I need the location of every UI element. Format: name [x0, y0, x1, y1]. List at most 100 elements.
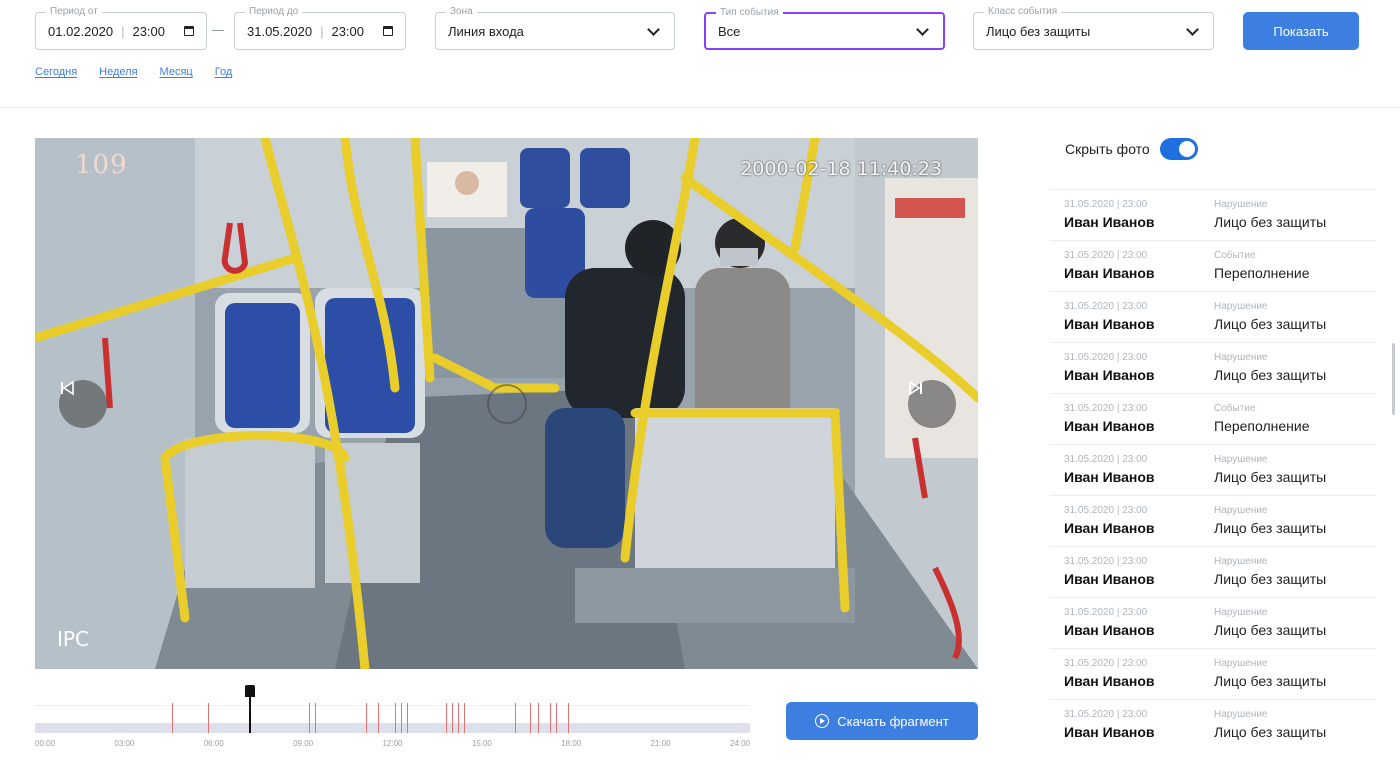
- event-row[interactable]: 31.05.2020 | 23:00 Иван Иванов Нарушение Ли…: [1050, 292, 1376, 343]
- timeline-event-marker[interactable]: [464, 703, 465, 733]
- timeline-event-marker[interactable]: [452, 703, 454, 733]
- timeline-tick-label: 21:00: [650, 739, 671, 748]
- timeline-event-marker[interactable]: [377, 703, 379, 733]
- show-button[interactable]: Показать: [1243, 12, 1359, 50]
- chevron-down-icon: [647, 22, 660, 36]
- timeline-cursor-handle[interactable]: [244, 685, 255, 733]
- event-class: Лицо без защиты: [1214, 673, 1327, 689]
- camera-timestamp-overlay: 2000-02-18 11:40:23: [740, 158, 942, 180]
- event-class: Лицо без защиты: [1214, 367, 1327, 383]
- timeline-track[interactable]: [35, 723, 750, 733]
- timeline[interactable]: 00:00 03:00 06:00 09:00 12:00 15:00 18:00 21:00…: [35, 685, 750, 755]
- event-row[interactable]: 31.05.2020 | 23:00 Иван Иванов Нарушение Ли…: [1050, 700, 1376, 750]
- video-player[interactable]: 109 2000-02-18 11:40:23 IPC: [35, 138, 978, 669]
- zone-value: Линия входа: [448, 23, 524, 39]
- timeline-tick-label: 09:00: [293, 739, 314, 748]
- timeline-tick-label: 03:00: [114, 739, 135, 748]
- timeline-event-marker[interactable]: [395, 703, 397, 733]
- event-timestamp: 31.05.2020 | 23:00: [1064, 505, 1148, 516]
- event-row[interactable]: 31.05.2020 | 23:00 Иван Иванов Нарушение Ли…: [1050, 598, 1376, 649]
- timeline-tick-label: 06:00: [203, 739, 224, 748]
- event-row[interactable]: 31.05.2020 | 23:00 Иван Иванов Нарушение Ли…: [1050, 547, 1376, 598]
- timeline-event-marker[interactable]: [514, 703, 516, 733]
- event-person-name: Иван Иванов: [1064, 214, 1155, 230]
- event-person-name: Иван Иванов: [1064, 316, 1155, 332]
- timeline-event-marker[interactable]: [407, 703, 409, 733]
- event-type: Нарушение: [1214, 454, 1268, 465]
- event-row[interactable]: 31.05.2020 | 23:00 Иван Иванов Событие Пере…: [1050, 241, 1376, 292]
- hide-photo-toggle[interactable]: [1159, 138, 1198, 160]
- timeline-event-marker[interactable]: [401, 703, 403, 733]
- camera-number-overlay: 109: [75, 150, 128, 180]
- event-row[interactable]: 31.05.2020 | 23:00 Иван Иванов Событие Пере…: [1050, 394, 1376, 445]
- event-timestamp: 31.05.2020 | 23:00: [1064, 607, 1148, 618]
- skip-back-icon: [61, 380, 74, 396]
- camera-brand-overlay: IPC: [57, 627, 89, 651]
- timeline-event-marker[interactable]: [568, 703, 570, 733]
- timeline-event-marker[interactable]: [207, 703, 209, 733]
- event-list-scrollbar[interactable]: [1392, 343, 1395, 415]
- event-type: Нарушение: [1214, 301, 1268, 312]
- quick-range-year[interactable]: Год: [215, 66, 233, 78]
- timeline-event-marker[interactable]: [365, 703, 367, 733]
- timeline-event-marker[interactable]: [315, 703, 317, 733]
- event-type-select[interactable]: Тип события Все: [704, 7, 945, 50]
- period-dash: [212, 30, 224, 31]
- zone-select[interactable]: Зона Линия входа: [435, 6, 675, 50]
- event-type: Нарушение: [1214, 199, 1268, 210]
- event-timestamp: 31.05.2020 | 23:00: [1064, 403, 1148, 414]
- timeline-event-marker[interactable]: [309, 703, 311, 733]
- timeline-event-marker[interactable]: [550, 703, 552, 733]
- event-row[interactable]: 31.05.2020 | 23:00 Иван Иванов Нарушение Ли…: [1050, 649, 1376, 700]
- event-row[interactable]: 31.05.2020 | 23:00 Иван Иванов Нарушение Ли…: [1050, 190, 1376, 241]
- event-timestamp: 31.05.2020 | 23:00: [1064, 250, 1148, 261]
- event-row[interactable]: 31.05.2020 | 23:00 Иван Иванов Нарушение Ли…: [1050, 343, 1376, 394]
- zone-label: Зона: [446, 6, 477, 18]
- timeline-event-marker[interactable]: [172, 703, 174, 733]
- event-row[interactable]: 31.05.2020 | 23:00 Иван Иванов Нарушение Ли…: [1050, 496, 1376, 547]
- event-timestamp: 31.05.2020 | 23:00: [1064, 352, 1148, 363]
- period-to-label: Период до: [245, 6, 303, 18]
- quick-range-today[interactable]: Сегодня: [35, 66, 77, 78]
- calendar-icon[interactable]: [184, 26, 194, 36]
- event-class: Лицо без защиты: [1214, 622, 1327, 638]
- timeline-event-marker[interactable]: [458, 703, 460, 733]
- event-person-name: Иван Иванов: [1064, 265, 1155, 281]
- event-person-name: Иван Иванов: [1064, 520, 1155, 536]
- play-circle-icon: [815, 714, 830, 728]
- event-person-name: Иван Иванов: [1064, 673, 1155, 689]
- timeline-tick-label: 00:00: [35, 739, 56, 748]
- event-timestamp: 31.05.2020 | 23:00: [1064, 658, 1148, 669]
- separator: |: [121, 23, 125, 39]
- period-to-field[interactable]: Период до 31.05.2020 | 23:00: [234, 6, 406, 50]
- quick-range-month[interactable]: Месяц: [160, 66, 193, 78]
- download-fragment-label: Скачать фрагмент: [837, 713, 949, 729]
- calendar-icon[interactable]: [383, 26, 393, 36]
- event-timestamp: 31.05.2020 | 23:00: [1064, 199, 1148, 210]
- event-list[interactable]: 31.05.2020 | 23:00 Иван Иванов Нарушение Ли…: [1050, 189, 1376, 750]
- previous-frame-button[interactable]: [59, 380, 107, 428]
- period-from-field[interactable]: Период от 01.02.2020 | 23:00: [35, 6, 207, 50]
- timeline-event-marker[interactable]: [538, 703, 540, 733]
- event-timestamp: 31.05.2020 | 23:00: [1064, 301, 1148, 312]
- quick-range-week[interactable]: Неделя: [99, 66, 137, 78]
- event-type: Нарушение: [1214, 709, 1268, 720]
- timeline-event-marker[interactable]: [446, 703, 448, 733]
- event-class-select[interactable]: Класс события Лицо без защиты: [973, 6, 1214, 50]
- timeline-event-marker[interactable]: [529, 703, 531, 733]
- event-class: Лицо без защиты: [1214, 316, 1327, 332]
- filter-bar: Период от 01.02.2020 | 23:00 Период до 3…: [0, 0, 1400, 108]
- next-frame-button[interactable]: [908, 380, 956, 428]
- timeline-guide: [35, 705, 750, 706]
- event-row[interactable]: 31.05.2020 | 23:00 Иван Иванов Нарушение Ли…: [1050, 445, 1376, 496]
- timeline-tick-label: 15:00: [471, 739, 492, 748]
- timeline-event-marker[interactable]: [556, 703, 558, 733]
- loading-spinner-icon: [487, 384, 527, 424]
- event-person-name: Иван Иванов: [1064, 418, 1155, 434]
- event-person-name: Иван Иванов: [1064, 622, 1155, 638]
- period-from-time: 23:00: [132, 23, 166, 39]
- hide-photo-label: Скрыть фото: [1065, 141, 1150, 157]
- event-class: Лицо без защиты: [1214, 571, 1327, 587]
- event-type: Нарушение: [1214, 505, 1268, 516]
- download-fragment-button[interactable]: Скачать фрагмент: [786, 702, 978, 740]
